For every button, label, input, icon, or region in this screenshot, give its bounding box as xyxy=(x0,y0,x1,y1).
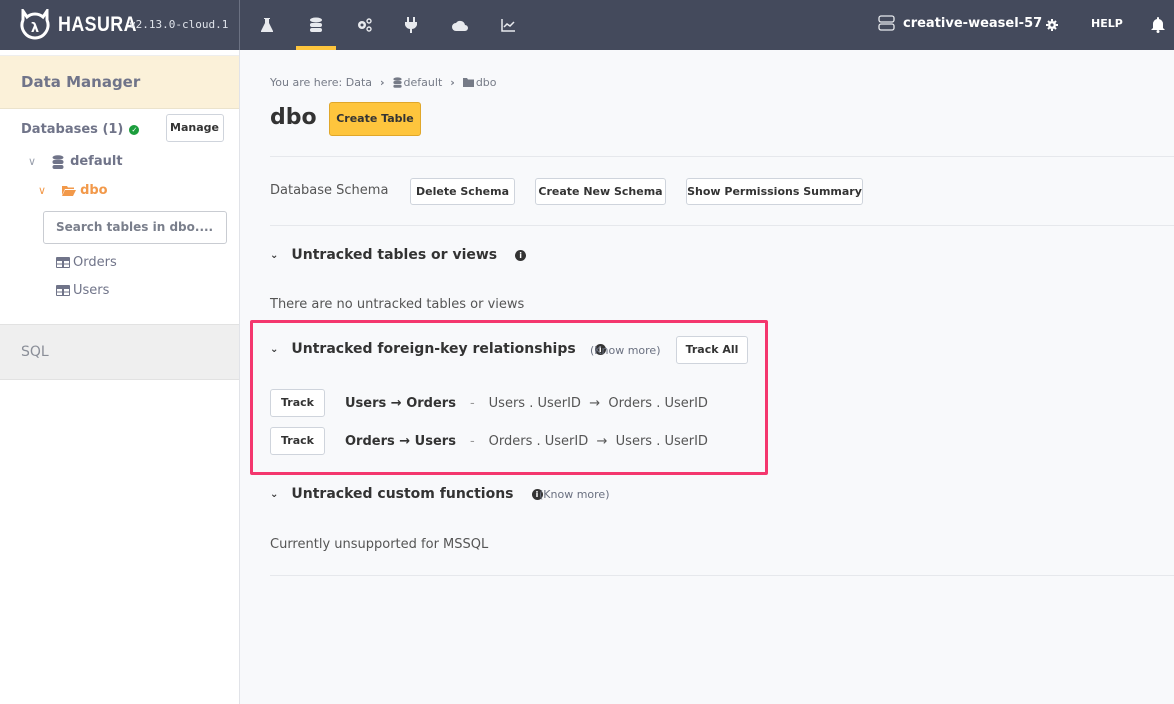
know-more-link[interactable]: (Know more) xyxy=(539,488,610,501)
untracked-tables-header[interactable]: ⌄ Untracked tables or views i xyxy=(270,247,527,263)
server-icon xyxy=(878,15,895,31)
top-navbar: λ HASURA v2.13.0-cloud.1 creative-weasel… xyxy=(0,0,1174,50)
info-icon[interactable]: i xyxy=(515,249,527,261)
relationship-row: Orders → Users - Orders . UserID → Users… xyxy=(345,434,708,449)
section-title: Untracked custom functions xyxy=(291,486,514,502)
chevron-down-icon[interactable]: ∨ xyxy=(38,184,46,197)
manage-button[interactable]: Manage xyxy=(166,114,224,142)
events-icon[interactable] xyxy=(440,0,480,50)
sidebar-item-sql[interactable]: SQL xyxy=(0,324,239,380)
data-manager-header[interactable]: Data Manager xyxy=(0,55,239,109)
data-manager-label: Data Manager xyxy=(21,73,141,91)
separator: - xyxy=(469,396,475,411)
delete-schema-button[interactable]: Delete Schema xyxy=(410,178,515,205)
chevron-down-icon[interactable]: ⌄ xyxy=(270,344,278,355)
divider xyxy=(270,575,1174,576)
project-name: creative-weasel-57 xyxy=(903,15,1043,31)
functions-note: Currently unsupported for MSSQL xyxy=(270,537,489,552)
version-label: v2.13.0-cloud.1 xyxy=(129,18,229,31)
track-all-button[interactable]: Track All xyxy=(676,336,748,364)
relationship-mapping: Orders . UserID → Users . UserID xyxy=(488,434,708,449)
folder-icon xyxy=(462,78,474,87)
data-icon[interactable] xyxy=(296,0,336,50)
databases-label: Databases (1) ✓ xyxy=(21,122,140,137)
chevron-down-icon[interactable]: ∨ xyxy=(28,155,36,168)
sql-label: SQL xyxy=(21,344,49,360)
divider xyxy=(270,225,1174,226)
project-selector[interactable]: creative-weasel-57 xyxy=(878,15,1042,31)
create-new-schema-button[interactable]: Create New Schema xyxy=(535,178,666,205)
help-link[interactable]: HELP xyxy=(1091,17,1123,30)
tree-item-dbo[interactable]: ∨ dbo xyxy=(38,183,108,198)
svg-text:λ: λ xyxy=(31,21,39,36)
sidebar: Data Manager Databases (1) ✓ Manage ∨ de… xyxy=(0,50,240,704)
database-icon xyxy=(392,77,402,88)
bell-icon[interactable] xyxy=(1151,16,1165,37)
page-title: dbo xyxy=(270,105,317,130)
gear-icon[interactable] xyxy=(1046,16,1058,35)
breadcrumb: You are here: Data › default › dbo xyxy=(270,76,497,89)
database-icon xyxy=(52,154,64,169)
remote-schemas-icon[interactable] xyxy=(391,0,431,50)
table-icon xyxy=(56,285,70,296)
chevron-down-icon[interactable]: ⌄ xyxy=(270,250,278,261)
table-item-orders[interactable]: Orders xyxy=(56,255,117,270)
monitoring-icon[interactable] xyxy=(488,0,528,50)
relationship-mapping: Users . UserID → Orders . UserID xyxy=(488,396,708,411)
chevron-right-icon: › xyxy=(450,76,455,89)
show-permissions-summary-button[interactable]: Show Permissions Summary xyxy=(686,178,863,205)
divider xyxy=(239,0,240,50)
table-name: Orders xyxy=(73,255,117,270)
untracked-functions-header[interactable]: ⌄ Untracked custom functions i xyxy=(270,486,543,502)
table-name: Users xyxy=(73,283,110,298)
relationship-name: Orders → Users xyxy=(345,434,456,449)
chevron-right-icon: › xyxy=(380,76,385,89)
table-item-users[interactable]: Users xyxy=(56,283,109,298)
relationship-name: Users → Orders xyxy=(345,396,456,411)
search-tables-input[interactable]: Search tables in dbo.... xyxy=(43,211,227,244)
tree-item-default[interactable]: ∨ default xyxy=(28,154,123,169)
breadcrumb-default[interactable]: default xyxy=(404,76,443,89)
folder-open-icon xyxy=(62,186,77,196)
chevron-down-icon[interactable]: ⌄ xyxy=(270,489,278,500)
track-button[interactable]: Track xyxy=(270,389,325,417)
api-explorer-icon[interactable] xyxy=(247,0,287,50)
actions-icon[interactable] xyxy=(344,0,384,50)
database-schema-label: Database Schema xyxy=(270,183,389,198)
relationship-row: Users → Orders - Users . UserID → Orders… xyxy=(345,396,708,411)
table-icon xyxy=(56,257,70,268)
track-button[interactable]: Track xyxy=(270,427,325,455)
brand-name: HASURA xyxy=(58,13,137,36)
check-circle-icon: ✓ xyxy=(129,124,140,135)
create-table-button[interactable]: Create Table xyxy=(329,102,421,136)
db-name: default xyxy=(70,154,123,169)
hasura-logo-icon: λ xyxy=(20,9,50,40)
separator: - xyxy=(469,434,475,449)
untracked-tables-empty: There are no untracked tables or views xyxy=(270,297,525,312)
divider xyxy=(270,156,1174,157)
section-title: Untracked tables or views xyxy=(291,247,498,263)
schema-name: dbo xyxy=(80,183,108,198)
databases-count: Databases (1) xyxy=(21,122,124,137)
section-title: Untracked foreign-key relationships xyxy=(291,341,576,357)
breadcrumb-dbo: dbo xyxy=(475,76,497,89)
know-more-link[interactable]: (Know more) xyxy=(590,344,661,357)
untracked-fk-header[interactable]: ⌄ Untracked foreign-key relationships i xyxy=(270,341,606,357)
breadcrumb-data[interactable]: You are here: Data xyxy=(270,76,372,89)
